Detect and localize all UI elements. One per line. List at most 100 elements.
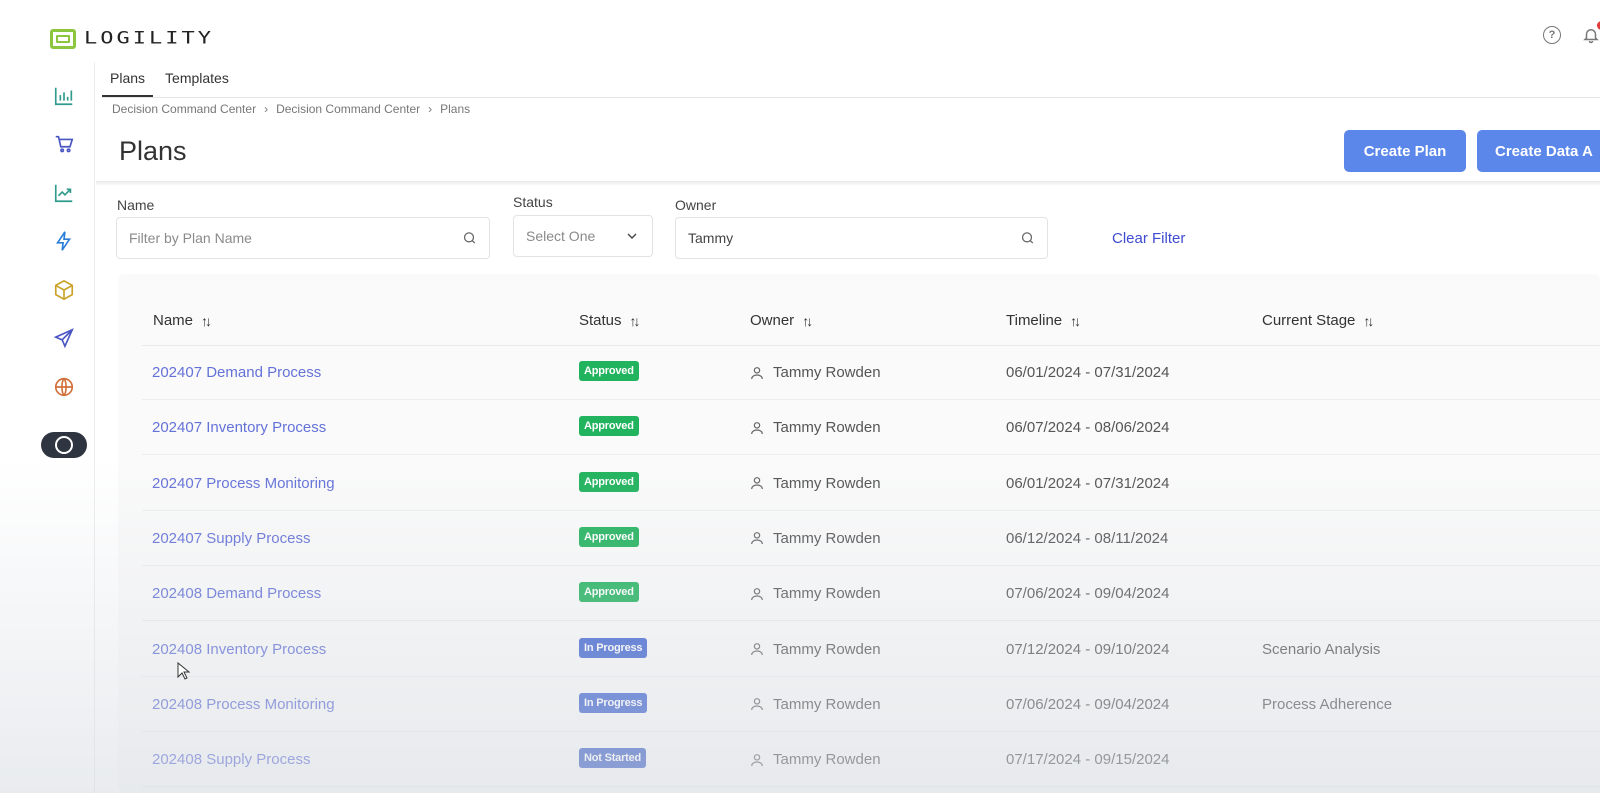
status-filter-label: Status [513, 194, 553, 210]
owner-name: Tammy Rowden [773, 640, 881, 658]
logo[interactable]: LOGILITY [50, 26, 214, 51]
status-select-value: Select One [526, 228, 596, 244]
plan-name-link[interactable]: 202407 Supply Process [152, 530, 310, 547]
sort-icon[interactable]: ↑↓ [1363, 313, 1374, 329]
theme-toggle-icon[interactable] [41, 432, 87, 458]
owner-name: Tammy Rowden [773, 474, 881, 492]
plan-name-link[interactable]: 202408 Demand Process [152, 585, 321, 602]
table-row[interactable]: 202407 Supply Process Approved Tammy Rowde… [142, 511, 1600, 566]
logo-text: LOGILITY [84, 29, 214, 48]
create-plan-button[interactable]: Create Plan [1344, 130, 1466, 172]
plan-name-link[interactable]: 202407 Inventory Process [152, 419, 326, 436]
globe-icon[interactable] [52, 375, 76, 399]
bell-icon[interactable] [1580, 21, 1600, 46]
tab-plans[interactable]: Plans [102, 62, 154, 97]
breadcrumb-item[interactable]: Decision Command Center [276, 102, 420, 116]
status-badge: Approved [579, 361, 639, 381]
user-icon [751, 643, 763, 656]
column-header-current-stage[interactable]: Current Stage ↑↓ [1262, 312, 1374, 329]
user-icon [751, 532, 763, 545]
status-select[interactable]: Select One [513, 215, 653, 257]
table-row[interactable]: 202408 Inventory Process In Progress Tammy… [142, 622, 1600, 677]
status-badge: Approved [579, 582, 639, 603]
breadcrumb: Decision Command Center › Decision Comma… [112, 102, 470, 116]
owner-filter-input[interactable] [688, 230, 1020, 246]
owner-cell: Tammy Rowden [749, 364, 881, 381]
cube-icon[interactable] [52, 278, 76, 302]
chevron-down-icon [627, 233, 637, 239]
logo-mark-icon [50, 28, 76, 49]
status-badge: Approved [579, 471, 639, 492]
tab-templates[interactable]: Templates [157, 62, 237, 97]
breadcrumb-item[interactable]: Decision Command Center [112, 102, 256, 116]
timeline-cell: 07/06/2024 - 09/04/2024 [1006, 585, 1170, 603]
timeline-cell: 06/07/2024 - 08/06/2024 [1006, 419, 1170, 437]
name-filter-field[interactable] [116, 217, 490, 259]
user-icon [751, 421, 763, 434]
owner-cell: Tammy Rowden [749, 751, 881, 768]
plan-name-link[interactable]: 202408 Supply Process [152, 751, 310, 768]
owner-cell: Tammy Rowden [749, 696, 881, 713]
timeline-cell: 06/01/2024 - 07/31/2024 [1006, 364, 1170, 381]
bar-chart-icon[interactable] [52, 84, 76, 108]
plan-name-link[interactable]: 202407 Process Monitoring [152, 475, 335, 492]
sidebar [0, 62, 95, 793]
table-row[interactable]: 202407 Process Monitoring Approved Tammy R… [142, 456, 1600, 511]
owner-cell: Tammy Rowden [749, 585, 881, 602]
user-icon [751, 587, 763, 600]
mouse-cursor-icon [177, 662, 191, 680]
owner-cell: Tammy Rowden [749, 475, 881, 492]
user-icon [751, 366, 763, 379]
column-header-name[interactable]: Name ↑↓ [153, 312, 212, 329]
owner-cell: Tammy Rowden [749, 530, 881, 547]
plan-name-link[interactable]: 202408 Inventory Process [152, 641, 326, 658]
owner-name: Tammy Rowden [773, 585, 881, 603]
header-divider [96, 181, 1600, 186]
status-badge: In Progress [579, 692, 648, 713]
page-title: Plans [119, 136, 187, 166]
status-badge: Approved [579, 526, 639, 547]
owner-name: Tammy Rowden [773, 695, 881, 713]
name-filter-input[interactable] [129, 230, 462, 246]
column-header-timeline[interactable]: Timeline ↑↓ [1006, 312, 1081, 329]
search-icon[interactable] [462, 230, 477, 246]
plan-name-link[interactable]: 202407 Demand Process [152, 364, 321, 381]
timeline-cell: 07/06/2024 - 09/04/2024 [1006, 695, 1170, 713]
owner-name: Tammy Rowden [773, 364, 881, 381]
send-icon[interactable] [52, 326, 76, 350]
table-row[interactable]: 202408 Supply Process Not Started Tammy Ro… [142, 732, 1600, 788]
timeline-cell: 07/12/2024 - 09/10/2024 [1006, 640, 1170, 658]
plan-name-link[interactable]: 202408 Process Monitoring [152, 696, 335, 713]
sort-icon[interactable]: ↑↓ [1070, 313, 1081, 329]
table-row[interactable]: 202408 Process Monitoring In Progress Tamm… [142, 677, 1600, 732]
table-header: Name ↑↓ Status ↑↓ Owner ↑↓ Timeline ↑↓ Curre… [142, 296, 1600, 346]
status-badge: Not Started [579, 748, 647, 769]
status-badge: In Progress [579, 637, 648, 658]
owner-cell: Tammy Rowden [749, 641, 881, 658]
column-header-status[interactable]: Status ↑↓ [579, 312, 641, 329]
table-row[interactable]: 202407 Demand Process Approved Tammy Rowde… [142, 345, 1600, 400]
table-row[interactable]: 202407 Inventory Process Approved Tammy Ro… [142, 400, 1600, 456]
sort-icon[interactable]: ↑↓ [201, 313, 212, 329]
timeline-cell: 06/12/2024 - 08/11/2024 [1006, 529, 1169, 547]
timeline-cell: 06/01/2024 - 07/31/2024 [1006, 474, 1170, 492]
sort-icon[interactable]: ↑↓ [802, 313, 813, 329]
trend-chart-icon[interactable] [52, 181, 76, 205]
table-row[interactable]: 202408 Demand Process Approved Tammy Rowde… [142, 566, 1600, 622]
owner-name: Tammy Rowden [773, 529, 881, 547]
user-icon [751, 698, 763, 711]
clear-filter-link[interactable]: Clear Filter [1112, 230, 1185, 247]
owner-cell: Tammy Rowden [749, 419, 881, 436]
create-data-button[interactable]: Create Data A [1477, 130, 1600, 172]
owner-filter-field[interactable] [675, 217, 1048, 259]
column-header-owner[interactable]: Owner ↑↓ [750, 312, 813, 329]
owner-name: Tammy Rowden [773, 751, 881, 769]
lightning-icon[interactable] [52, 229, 76, 253]
help-icon[interactable]: ? [1541, 24, 1563, 46]
timeline-cell: 07/17/2024 - 09/15/2024 [1006, 751, 1170, 769]
search-icon[interactable] [1020, 230, 1035, 246]
sort-icon[interactable]: ↑↓ [630, 313, 641, 329]
top-bar: LOGILITY ? [0, 0, 1600, 62]
current-stage-cell: Scenario Analysis [1262, 640, 1381, 658]
cart-icon[interactable] [52, 132, 76, 156]
